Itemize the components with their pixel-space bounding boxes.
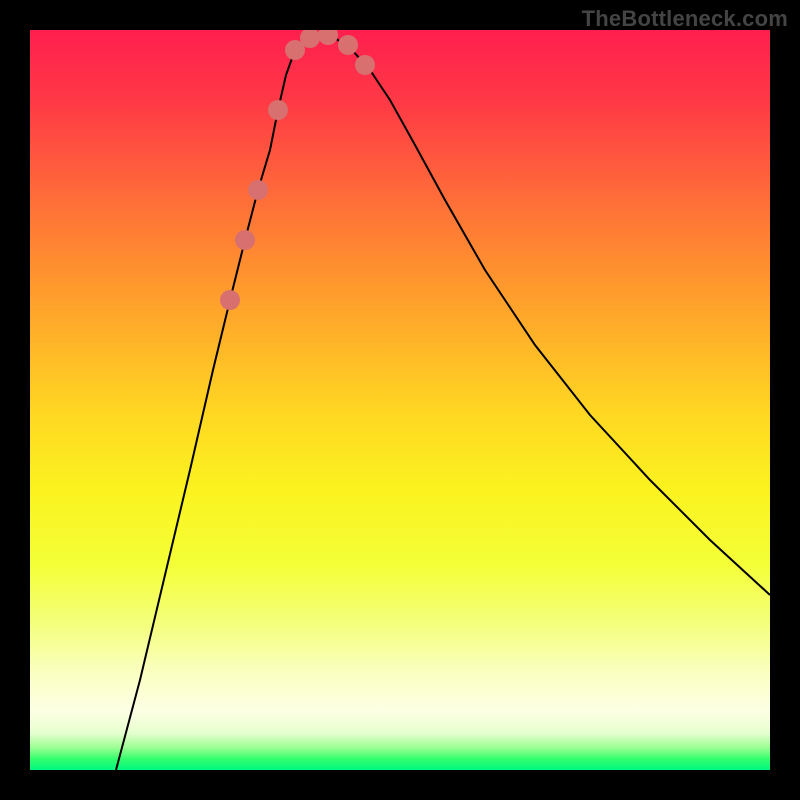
marker-dot xyxy=(318,30,338,45)
bottleneck-curve xyxy=(116,35,770,770)
marker-dot xyxy=(285,40,305,60)
marker-dot xyxy=(355,55,375,75)
plot-area xyxy=(30,30,770,770)
marker-dot xyxy=(268,100,288,120)
marker-dot xyxy=(235,230,255,250)
chart-frame: TheBottleneck.com xyxy=(0,0,800,800)
marker-dot xyxy=(300,30,320,48)
marker-dot xyxy=(220,290,240,310)
watermark-text: TheBottleneck.com xyxy=(582,6,788,32)
highlight-markers xyxy=(220,30,375,310)
marker-dot xyxy=(248,180,268,200)
marker-dot xyxy=(338,35,358,55)
curve-svg xyxy=(30,30,770,770)
